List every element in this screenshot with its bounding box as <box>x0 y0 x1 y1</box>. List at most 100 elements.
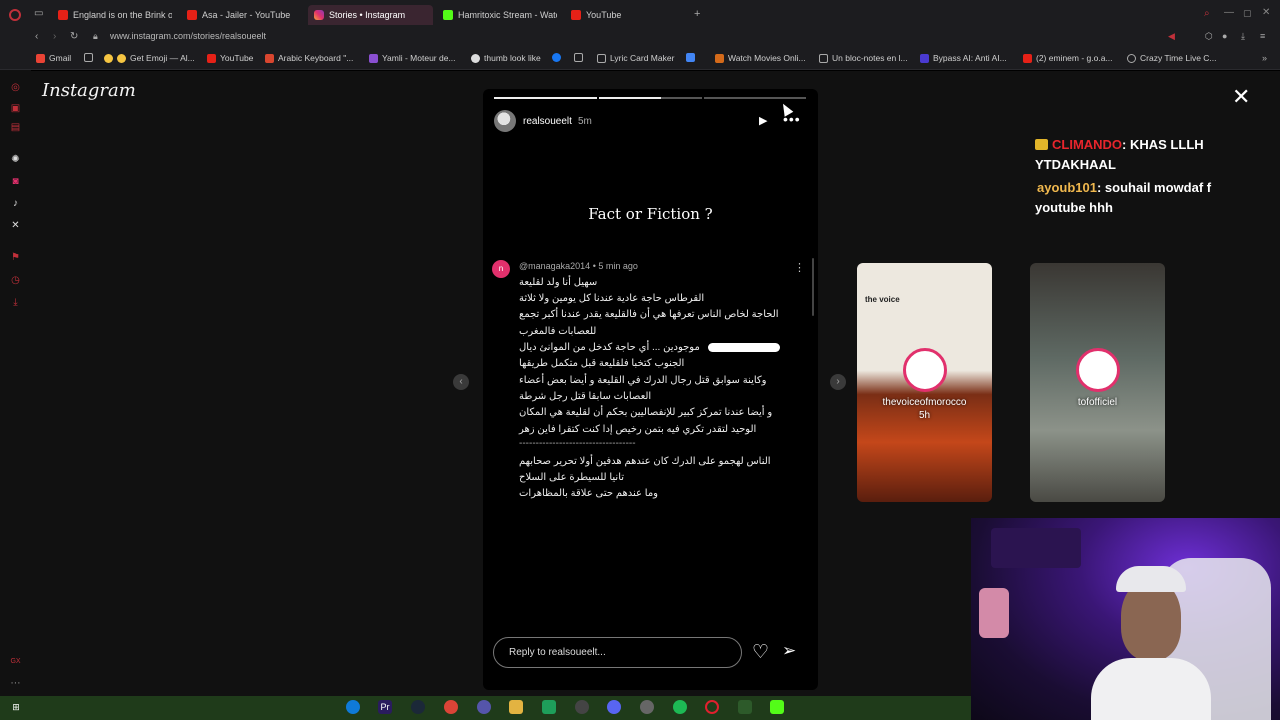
comment-avatar: n <box>492 260 510 278</box>
speaker-icon[interactable]: ◀ <box>1168 31 1175 42</box>
back-icon[interactable]: ‹ <box>35 31 38 42</box>
gx-icon[interactable]: GX <box>10 656 21 667</box>
history-icon[interactable]: ◷ <box>10 275 21 286</box>
file-explorer-icon[interactable] <box>509 700 523 714</box>
bookmark-lyric-card[interactable]: Lyric Card Maker <box>597 53 674 63</box>
kick-icon <box>443 10 453 20</box>
tab-stories-instagram[interactable]: Stories • Instagram <box>308 5 433 25</box>
tab-england[interactable]: England is on the Brink of <box>52 5 172 25</box>
comment-scrollbar[interactable] <box>812 258 814 316</box>
comment-line: وكاينة سوابق قتل رجال الدرك في القليعة و… <box>519 375 767 386</box>
heart-icon[interactable]: ♡ <box>752 641 769 664</box>
download-icon[interactable]: ⤓ <box>1241 31 1245 42</box>
bookmark-docs[interactable] <box>686 53 695 62</box>
comment-line: سهيل أنا ولد لقليعة <box>519 277 598 288</box>
windows-start-icon[interactable]: ⊞ <box>9 700 23 714</box>
bookmark-crazy-time[interactable]: Crazy Time Live C... <box>1127 53 1217 63</box>
bookmark-doc-2[interactable] <box>574 53 583 62</box>
reload-icon[interactable]: ↻ <box>70 31 78 42</box>
webcam-overlay <box>971 518 1280 720</box>
app-icon[interactable] <box>738 700 752 714</box>
previous-story-icon[interactable]: ‹ <box>453 374 469 390</box>
play-icon[interactable]: ▶ <box>759 114 767 127</box>
spotify-icon[interactable] <box>673 700 687 714</box>
minimize-icon[interactable]: — <box>1224 7 1234 18</box>
story-username[interactable]: realsoueelt <box>523 116 572 127</box>
reply-input[interactable]: Reply to realsoueelt... <box>493 637 742 668</box>
tab-asa-jailer[interactable]: Asa - Jailer - YouTube <box>181 5 301 25</box>
tab-menu-icon[interactable]: ▭ <box>34 8 43 19</box>
instagram-sidebar-icon[interactable]: ◙ <box>10 176 21 187</box>
bookmarks-overflow-icon[interactable]: » <box>1262 53 1267 63</box>
more-icon[interactable]: ⋯ <box>10 678 21 689</box>
google-docs-icon <box>686 53 695 62</box>
progress-fill <box>494 97 597 99</box>
twitch-icon[interactable]: ▤ <box>10 122 21 133</box>
new-tab-icon[interactable]: + <box>694 8 700 20</box>
story-thumbnail[interactable]: the voice thevoiceofmorocco 5h <box>857 263 992 502</box>
bookmark-get-emoji[interactable]: Get Emoji — Al... <box>104 53 195 63</box>
hanging-bag <box>979 588 1009 638</box>
search-icon[interactable]: ⌕ <box>1204 8 1210 19</box>
opera-logo-icon[interactable] <box>9 9 21 21</box>
messenger-icon[interactable]: ▣ <box>10 103 21 114</box>
tab-youtube[interactable]: YouTube <box>565 5 685 25</box>
close-icon[interactable]: ✕ <box>1232 86 1250 108</box>
close-window-icon[interactable]: ✕ <box>1262 7 1270 18</box>
movie-icon <box>715 53 724 63</box>
instagram-logo[interactable]: Instagram <box>42 80 136 101</box>
x-icon[interactable]: ✕ <box>10 220 21 231</box>
premiere-icon[interactable]: Pr <box>378 700 392 714</box>
opera-gx-icon[interactable] <box>705 700 719 714</box>
bookmark-thumb[interactable]: thumb look like <box>471 53 541 63</box>
thumbnail-avatar <box>1076 348 1120 392</box>
the-voice-logo: the voice <box>865 295 900 304</box>
maximize-icon[interactable]: ▢ <box>1243 8 1252 19</box>
forward-icon[interactable]: › <box>53 31 56 42</box>
tiktok-icon[interactable]: ♪ <box>10 198 21 209</box>
app-icon[interactable] <box>542 700 556 714</box>
bookmark-gmail[interactable]: Gmail <box>36 53 71 63</box>
kick-icon[interactable] <box>770 700 784 714</box>
downloads-icon[interactable]: ⤓ <box>10 297 21 308</box>
story-thumbnail[interactable]: tofofficiel <box>1030 263 1165 502</box>
chatgpt-icon[interactable]: ✺ <box>10 154 21 165</box>
bypass-ai-icon <box>920 53 929 63</box>
obs-icon[interactable] <box>575 700 589 714</box>
story-viewer[interactable] <box>483 89 818 690</box>
profile-icon[interactable]: ● <box>1222 31 1227 41</box>
steam-icon[interactable] <box>411 700 425 714</box>
discord-icon[interactable] <box>607 700 621 714</box>
send-icon[interactable]: ➢ <box>782 641 796 661</box>
menu-icon[interactable]: ≡ <box>1260 31 1265 41</box>
comment-line: العصابات سابقا قتل رجل شرطة <box>519 391 652 402</box>
comment-menu-icon[interactable]: ⋮ <box>794 261 805 274</box>
document-icon <box>574 53 583 62</box>
bookmark-arabic-keyboard[interactable]: Arabic Keyboard "... <box>265 53 353 63</box>
bookmark-doc[interactable] <box>84 53 93 62</box>
edge-icon[interactable] <box>346 700 360 714</box>
tab-hamritoxic-stream[interactable]: Hamritoxic Stream - Watc <box>437 5 557 25</box>
bookmark-bloc-notes[interactable]: Un bloc-notes en l... <box>819 53 908 63</box>
next-story-icon[interactable]: › <box>830 374 846 390</box>
url-field[interactable]: www.instagram.com/stories/realsoueelt <box>110 31 266 41</box>
bookmark-yamli[interactable]: Yamli - Moteur de... <box>369 53 456 63</box>
app-icon[interactable] <box>640 700 654 714</box>
bookmark-youtube[interactable]: YouTube <box>207 53 253 63</box>
story-headline: Fact or Fiction ? <box>588 205 713 223</box>
bookmark-facebook[interactable] <box>552 53 561 62</box>
pin-icon[interactable]: ⚑ <box>10 252 21 263</box>
comment-divider: ----------------------------------- <box>519 438 636 449</box>
chrome-icon[interactable] <box>444 700 458 714</box>
gx-control-icon[interactable]: ◎ <box>10 82 21 93</box>
youtube-icon <box>187 10 197 20</box>
emoji-icon <box>104 53 113 63</box>
bookmark-eminem[interactable]: (2) eminem - g.o.a... <box>1023 53 1113 63</box>
bookmark-bypass-ai[interactable]: Bypass AI: Anti AI... <box>920 53 1007 63</box>
app-icon[interactable] <box>477 700 491 714</box>
chat-username: CLIMANDO <box>1052 137 1123 152</box>
story-author-avatar[interactable] <box>494 110 516 132</box>
bookmark-watch-movies[interactable]: Watch Movies Onli... <box>715 53 806 63</box>
thumbnail-time: 5h <box>918 410 931 421</box>
extensions-icon[interactable]: ⬡ <box>1205 31 1213 42</box>
